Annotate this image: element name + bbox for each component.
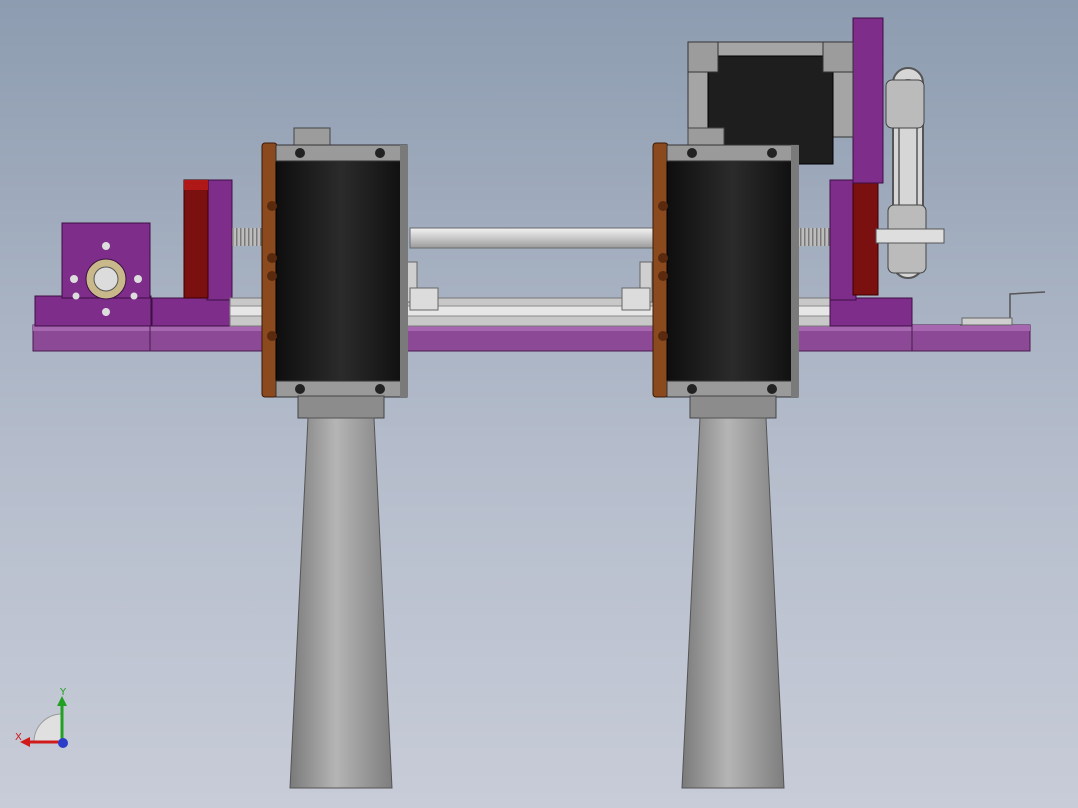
right-support-column [681, 395, 785, 789]
left-support-column [289, 395, 393, 789]
lead-screw-left [232, 228, 264, 246]
right-sensor-bracket [959, 291, 1046, 326]
left-bearing-block [34, 222, 152, 327]
cad-assembly-render[interactable] [0, 0, 1078, 808]
base-rail [32, 324, 1031, 352]
left-motor-assembly [261, 127, 408, 398]
z-axis-dot [58, 738, 68, 748]
lead-screw-right [798, 228, 830, 246]
3d-model-viewport[interactable]: Y X [0, 0, 1078, 808]
x-axis-label: X [15, 732, 22, 743]
right-motor-assembly [652, 127, 799, 398]
y-axis-label: Y [60, 687, 67, 698]
center-shaft [409, 227, 657, 249]
